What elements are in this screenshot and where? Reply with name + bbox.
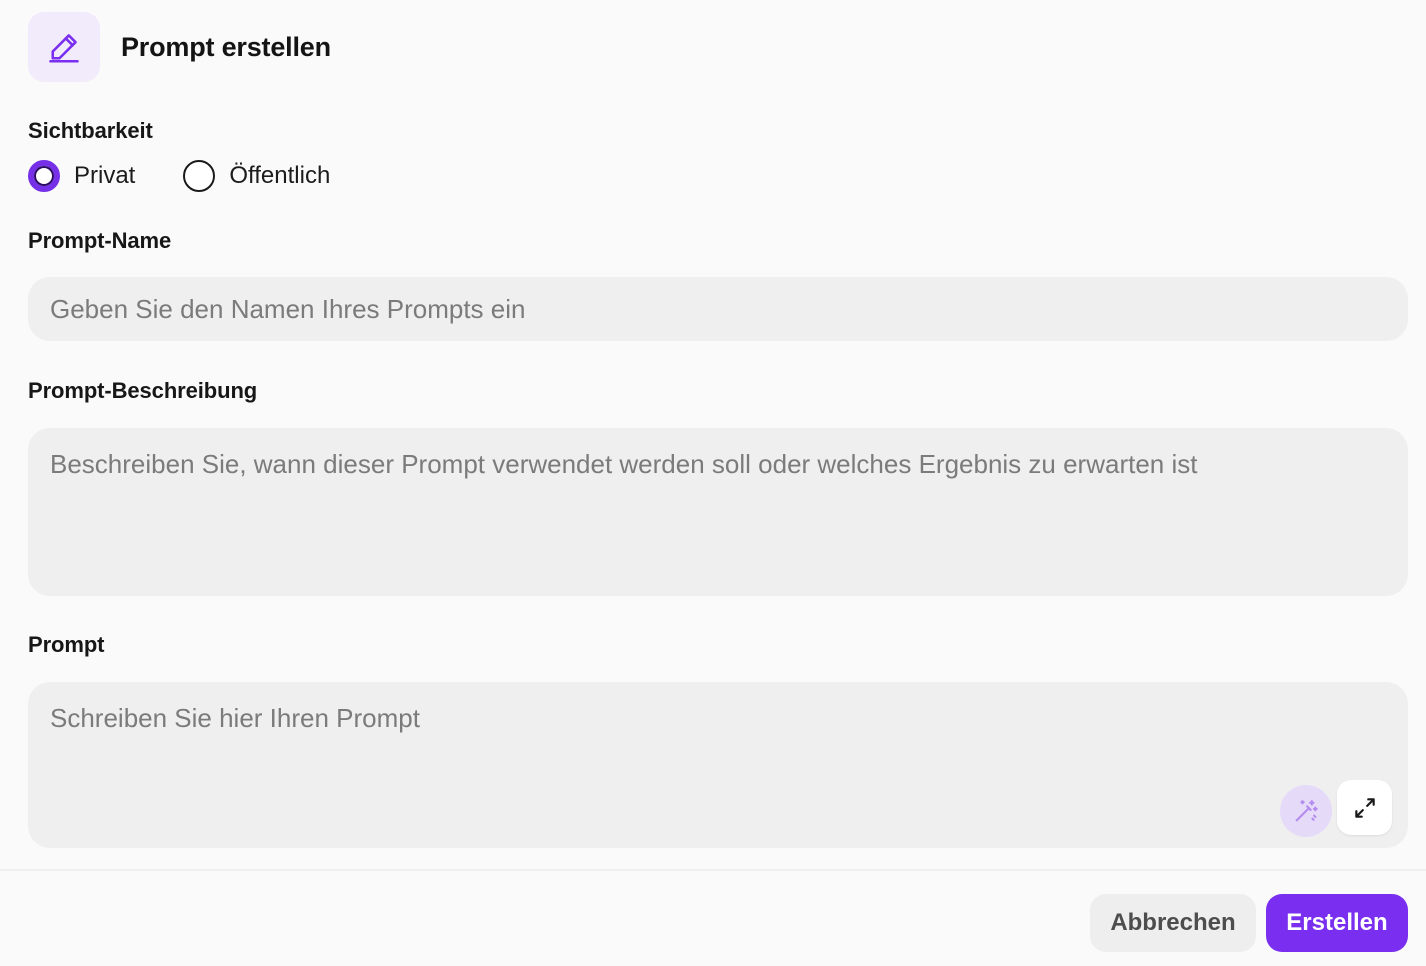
magic-wand-icon bbox=[1295, 800, 1318, 822]
pencil-icon bbox=[49, 34, 79, 63]
prompt-name-input[interactable] bbox=[28, 277, 1408, 341]
radio-public[interactable]: Öffentlich bbox=[183, 160, 330, 192]
create-button[interactable]: Erstellen bbox=[1266, 894, 1408, 952]
prompt-input[interactable] bbox=[28, 682, 1408, 848]
radio-private-indicator[interactable] bbox=[28, 160, 60, 192]
footer-divider bbox=[0, 869, 1426, 871]
radio-private[interactable]: Privat bbox=[28, 160, 135, 192]
visibility-label: Sichtbarkeit bbox=[28, 118, 153, 143]
header-icon-tile bbox=[28, 12, 100, 82]
expand-button[interactable] bbox=[1337, 780, 1392, 835]
visibility-radio-group: Privat Öffentlich bbox=[28, 158, 330, 194]
prompt-name-label: Prompt-Name bbox=[28, 228, 172, 253]
prompt-label: Prompt bbox=[28, 632, 105, 657]
dialog-header: Prompt erstellen bbox=[28, 12, 331, 82]
dialog-title: Prompt erstellen bbox=[121, 31, 331, 62]
magic-wand-button[interactable] bbox=[1280, 785, 1332, 837]
prompt-description-input[interactable] bbox=[28, 428, 1408, 596]
create-prompt-dialog: Prompt erstellen Sichtbarkeit Privat Öff… bbox=[0, 0, 1426, 966]
prompt-description-label: Prompt-Beschreibung bbox=[28, 378, 258, 403]
radio-private-label[interactable]: Privat bbox=[74, 162, 135, 190]
radio-public-label[interactable]: Öffentlich bbox=[229, 162, 330, 190]
cancel-button[interactable]: Abbrechen bbox=[1090, 894, 1256, 952]
expand-icon bbox=[1354, 797, 1375, 818]
radio-public-indicator[interactable] bbox=[183, 160, 216, 192]
